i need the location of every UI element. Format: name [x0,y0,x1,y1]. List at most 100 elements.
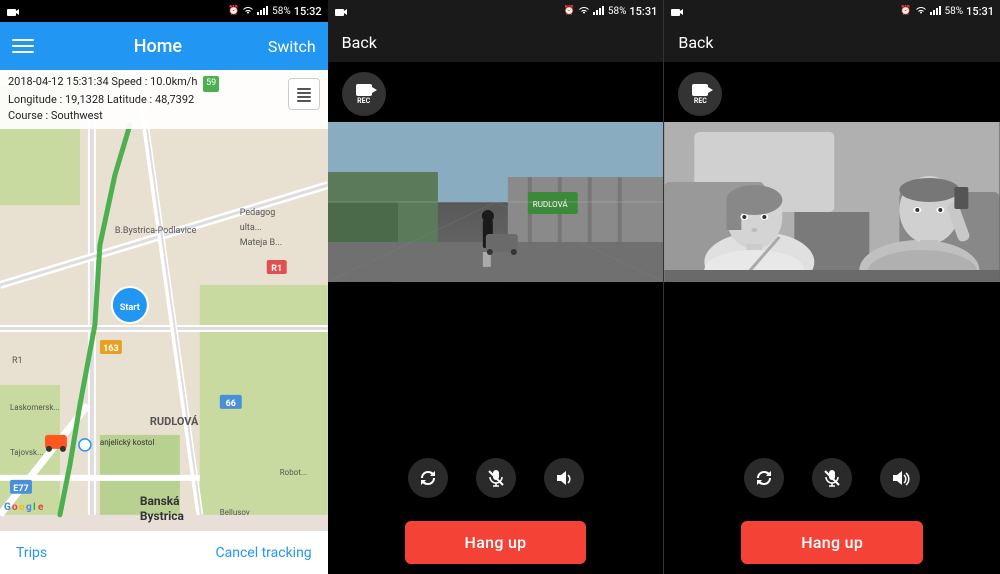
speaker-button-p3[interactable] [880,458,920,498]
back-button-p2[interactable]: Back [342,33,377,52]
hang-up-button-p2[interactable]: Hang up [405,521,587,564]
svg-text:anjelický kostol: anjelický kostol [100,438,155,447]
svg-text:ulta...: ulta... [240,223,262,233]
svg-text:e: e [38,502,44,513]
wifi-icon-p2 [578,5,590,18]
time-p3: 15:31 [966,5,994,18]
menu-button[interactable] [12,39,48,53]
map-svg: Start 163 E77 66 B.Bystrica-Podlavice RU… [0,70,328,530]
svg-text:Banská: Banská [140,494,180,508]
svg-text:R1: R1 [12,356,23,366]
app-bar: Home Switch [0,22,328,70]
microphone-icon-p3 [822,468,842,488]
alarm-icon: ⏰ [228,6,239,16]
svg-text:Tajovsk...: Tajovsk... [10,448,43,457]
microphone-icon-p2 [486,468,506,488]
status-right-p3: ⏰ 58% 15:31 [900,5,994,18]
video-controls-p2 [328,446,664,510]
rotate-icon-p3 [754,468,774,488]
status-bar-video2: ⏰ 58% 15:31 [664,0,1000,22]
video-bottom-black-p3 [664,282,1000,446]
time-p2: 15:31 [629,5,657,18]
signal-icon-p3 [930,5,942,18]
menu-line-1 [12,39,34,41]
speaker-icon-p3 [890,468,910,488]
video-bottom-black-p2 [328,282,664,446]
app-title: Home [48,36,268,57]
video-header-p3: Back [664,22,1000,62]
hang-up-bar-p3: Hang up [664,510,1000,574]
latitude-label: Latitude : 48,7392 [107,93,194,106]
speaker-icon-p2 [554,468,574,488]
svg-text:Mateja B...: Mateja B... [240,238,282,248]
bottom-bar: Trips Cancel tracking [0,530,328,574]
rec-cam-icon [356,84,372,96]
rec-button-p2[interactable]: REC [342,72,386,116]
video-panel-road: ⏰ 58% 15:31 Back REC [328,0,664,574]
battery-level: 58% [272,6,291,17]
video-header-p2: Back [328,22,664,62]
speaker-button-p2[interactable] [544,458,584,498]
cam-icon-p3 [670,2,684,21]
status-bar-left-icons [6,6,20,17]
svg-text:Pedagog: Pedagog [240,208,276,218]
road-scene: RUDLOVÁ [328,122,664,282]
svg-text:Start: Start [120,303,140,313]
trips-button[interactable]: Trips [16,545,47,561]
svg-text:RUDLOVÁ: RUDLOVÁ [532,200,568,209]
rotate-button-p3[interactable] [744,458,784,498]
info-line-2: Longitude : 19,1328 Latitude : 48,7392 [8,92,320,109]
alarm-icon-p2: ⏰ [564,6,575,16]
svg-text:E77: E77 [13,484,28,494]
svg-text:Bystrica: Bystrica [140,509,185,523]
hang-up-button-p3[interactable]: Hang up [741,521,923,564]
road-video-feed: RUDLOVÁ [328,122,664,282]
svg-text:o: o [12,502,18,513]
mute-button-p3[interactable] [812,458,852,498]
interior-scene-svg [664,122,1000,282]
rotate-button-p2[interactable] [408,458,448,498]
status-bar-video1: ⏰ 58% 15:31 [328,0,664,22]
video-controls-p3 [664,446,1000,510]
svg-text:G: G [4,502,11,513]
info-line-1: 2018-04-12 15:31:34 Speed : 10.0km/h 59 [8,74,320,92]
rotate-icon-p2 [418,468,438,488]
layers-icon [294,84,314,104]
info-line-3: Course : Southwest [8,108,320,125]
video-panel-interior: ⏰ 58% 15:31 Back REC [664,0,1000,574]
info-bar: 2018-04-12 15:31:34 Speed : 10.0km/h 59 … [0,70,328,129]
alarm-icon-p3: ⏰ [900,6,911,16]
status-time: 15:32 [294,5,322,18]
speed-label: Speed : 10.0km/h [111,75,197,88]
svg-text:B.Bystrica-Podlavice: B.Bystrica-Podlavice [115,226,197,236]
rec-label-p2: REC [357,97,370,105]
course-label: Course : Southwest [8,109,103,122]
wifi-icon [242,5,254,18]
rec-label-p3: REC [694,97,707,105]
svg-text:R1: R1 [271,264,282,274]
map-area[interactable]: Start 163 E77 66 B.Bystrica-Podlavice RU… [0,70,328,530]
svg-text:163: 163 [103,344,118,354]
battery-p2: 58% [608,6,627,17]
menu-line-2 [12,45,34,47]
interior-video-feed [664,122,1000,282]
signal-icon [257,5,269,18]
battery-p3: 58% [945,6,964,17]
rec-icon-p2: REC [356,84,372,105]
map-panel: ⏰ 58% 15:32 Home Switch 2018-04-12 15:31… [0,0,328,574]
svg-text:66: 66 [226,399,236,409]
status-bar-map: ⏰ 58% 15:32 [0,0,328,22]
hang-up-bar-p2: Hang up [328,510,664,574]
menu-line-3 [12,51,34,53]
layer-button[interactable] [288,78,320,110]
wifi-icon-p3 [915,5,927,18]
svg-text:RUDLOVÁ: RUDLOVÁ [150,415,199,428]
svg-text:Robot...: Robot... [280,468,307,477]
switch-button[interactable]: Switch [268,37,316,56]
status-bar-right-icons: ⏰ 58% 15:32 [228,5,322,18]
mute-button-p2[interactable] [476,458,516,498]
speed-badge: 59 [203,76,219,92]
back-button-p3[interactable]: Back [678,33,713,52]
cancel-tracking-button[interactable]: Cancel tracking [215,545,311,561]
status-right-p2: ⏰ 58% 15:31 [564,5,658,18]
